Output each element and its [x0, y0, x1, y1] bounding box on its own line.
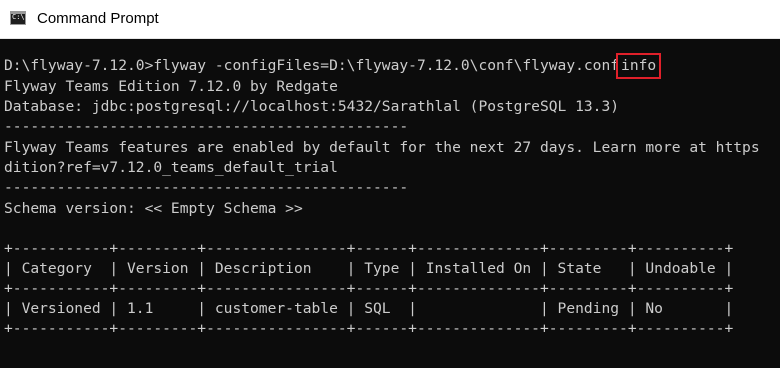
- trial-notice-line-2: dition?ref=v7.12.0_teams_default_trial: [4, 159, 338, 176]
- trial-notice-line-1: Flyway Teams features are enabled by def…: [4, 139, 760, 156]
- console-output[interactable]: D:\flyway-7.12.0>flyway -configFiles=D:\…: [0, 39, 780, 368]
- table-border-bottom: +-----------+---------+----------------+…: [4, 320, 734, 337]
- window-title: Command Prompt: [37, 10, 159, 27]
- command-prompt-window: C:\ Command Prompt D:\flyway-7.12.0>flyw…: [0, 0, 780, 368]
- table-border-mid: +-----------+---------+----------------+…: [4, 280, 734, 297]
- schema-version-line: Schema version: << Empty Schema >>: [4, 200, 303, 217]
- separator-line-2: ----------------------------------------…: [4, 179, 409, 196]
- separator-line: ----------------------------------------…: [4, 118, 409, 135]
- cmd-icon-text: C:\: [12, 13, 25, 21]
- table-row: | Versioned | 1.1 | customer-table | SQL…: [4, 300, 734, 317]
- table-border-top: +-----------+---------+----------------+…: [4, 240, 734, 257]
- table-header-row: | Category | Version | Description | Typ…: [4, 260, 734, 277]
- command-prompt-text: D:\flyway-7.12.0>flyway -configFiles=D:\…: [4, 57, 620, 74]
- cmd-icon: C:\: [10, 11, 26, 25]
- edition-line: Flyway Teams Edition 7.12.0 by Redgate: [4, 78, 338, 95]
- command-argument-highlight: info: [616, 53, 662, 79]
- command-line: D:\flyway-7.12.0>flyway -configFiles=D:\…: [4, 53, 662, 79]
- database-line: Database: jdbc:postgresql://localhost:54…: [4, 98, 620, 115]
- title-bar[interactable]: C:\ Command Prompt: [0, 0, 780, 39]
